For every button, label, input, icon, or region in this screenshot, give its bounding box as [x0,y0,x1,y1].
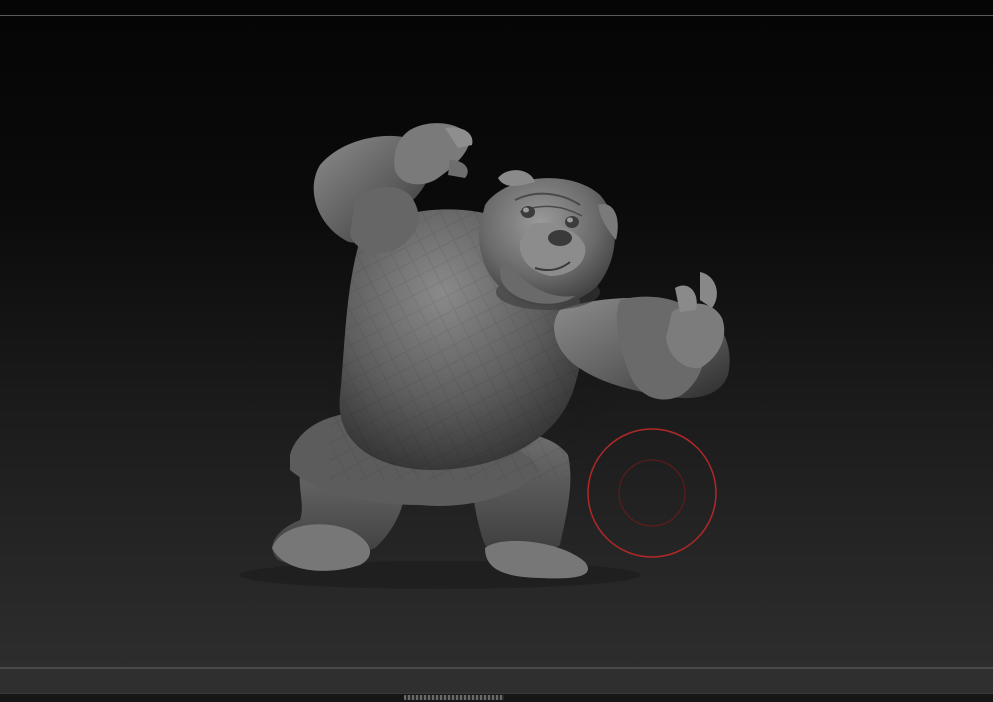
bottom-tray [0,693,993,702]
grip-handle-icon[interactable] [404,695,504,700]
top-menu-bar [0,0,993,16]
zbrush-app [0,0,993,702]
canvas-viewport[interactable] [0,16,993,667]
brush-cursor-icon [587,428,717,558]
bottom-shelf [0,669,993,693]
